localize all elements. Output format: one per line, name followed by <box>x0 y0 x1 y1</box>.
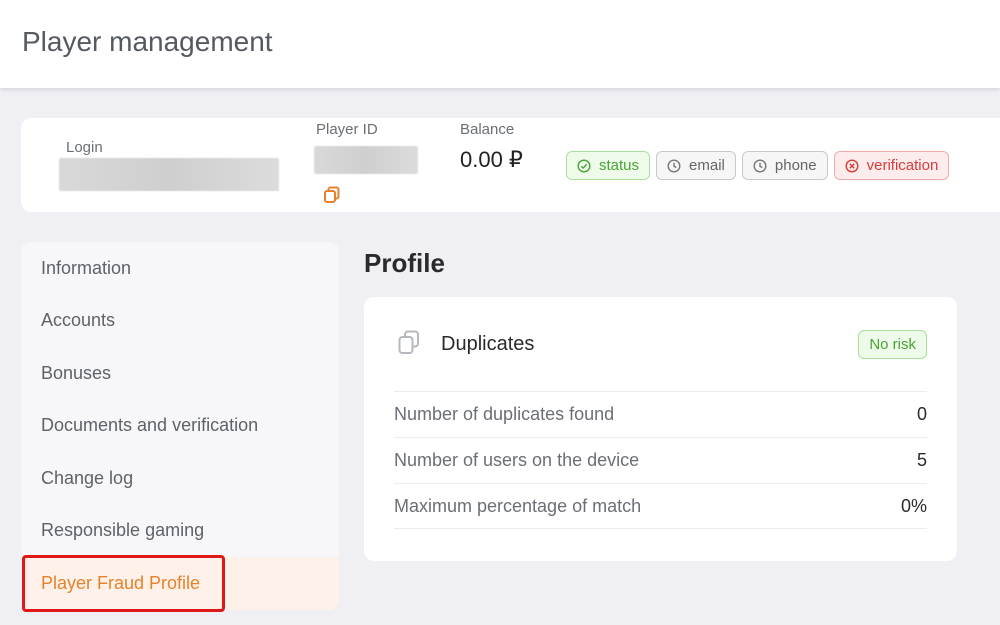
login-value-redacted <box>59 158 279 191</box>
clock-icon <box>753 158 767 173</box>
player-id-value-redacted <box>314 146 418 174</box>
stat-row-users-on-device: Number of users on the device 5 <box>394 437 927 483</box>
verification-badge-label: verification <box>866 157 939 174</box>
x-circle-icon <box>845 158 859 173</box>
balance-value: 0.00 ₽ <box>460 147 523 172</box>
duplicates-stats: Number of duplicates found 0 Number of u… <box>394 391 927 529</box>
stat-value: 0% <box>900 495 927 516</box>
stat-value: 0 <box>916 404 927 424</box>
profile-sidebar: Information Accounts Bonuses Documents a… <box>21 242 339 610</box>
stat-label: Number of duplicates found <box>394 404 615 424</box>
sidebar-item-accounts[interactable]: Accounts <box>21 295 339 348</box>
risk-badge: No risk <box>858 330 927 359</box>
balance-label: Balance <box>460 121 515 138</box>
sidebar-item-information[interactable]: Information <box>21 242 339 295</box>
player-id-label: Player ID <box>316 121 378 138</box>
verification-badges: status email phone verification <box>566 151 950 180</box>
stat-value: 5 <box>916 450 927 470</box>
phone-badge-label: phone <box>774 157 817 174</box>
email-badge-label: email <box>689 157 725 174</box>
sidebar-item-change-log[interactable]: Change log <box>21 452 339 505</box>
verification-badge[interactable]: verification <box>833 151 950 180</box>
sidebar-item-bonuses[interactable]: Bonuses <box>21 347 339 400</box>
check-circle-icon <box>577 158 591 173</box>
copy-icon[interactable] <box>323 186 341 204</box>
section-title: Profile <box>364 248 445 278</box>
login-label: Login <box>66 139 103 156</box>
sidebar-item-documents-verification[interactable]: Documents and verification <box>21 400 339 453</box>
phone-badge[interactable]: phone <box>741 151 828 180</box>
stat-row-duplicates-found: Number of duplicates found 0 <box>394 391 927 437</box>
duplicates-title: Duplicates <box>441 333 535 355</box>
sidebar-item-responsible-gaming[interactable]: Responsible gaming <box>21 505 339 558</box>
stat-label: Maximum percentage of match <box>394 495 642 516</box>
duplicates-card: Duplicates No risk Number of duplicates … <box>364 297 957 561</box>
page-title: Player management <box>22 26 273 57</box>
status-badge[interactable]: status <box>566 151 651 180</box>
stat-label: Number of users on the device <box>394 450 640 470</box>
status-badge-label: status <box>599 157 640 174</box>
top-bar: Player management <box>0 0 1000 88</box>
player-summary-card: Login Player ID Balance 0.00 ₽ status em… <box>21 118 1000 212</box>
stat-row-max-match-percentage: Maximum percentage of match 0% <box>394 483 927 529</box>
clock-icon <box>667 158 681 173</box>
email-badge[interactable]: email <box>656 151 736 180</box>
duplicates-icon <box>398 330 419 354</box>
sidebar-item-player-fraud-profile[interactable]: Player Fraud Profile <box>21 557 339 610</box>
